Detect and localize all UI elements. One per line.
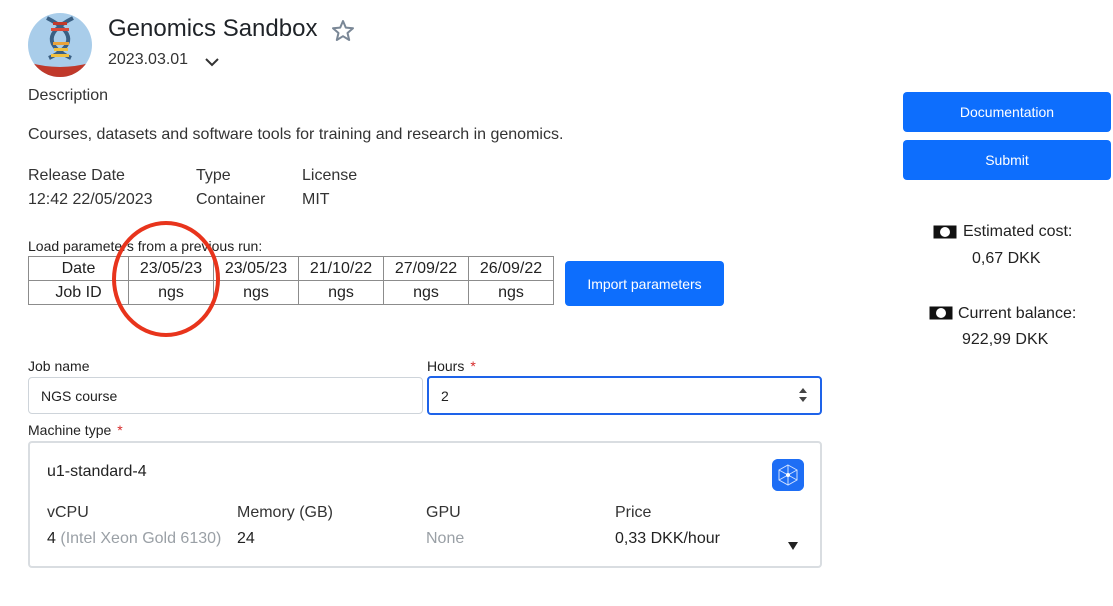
money-icon xyxy=(929,306,953,320)
machine-type-label: Machine type * xyxy=(28,422,123,438)
vcpu-count: 4 xyxy=(47,530,56,547)
job-name-label: Job name xyxy=(28,358,90,374)
previous-runs-label: Load parameters from a previous run: xyxy=(28,238,263,254)
required-mark: * xyxy=(117,422,123,438)
vcpu-label: vCPU xyxy=(47,504,89,521)
estimated-cost-value: 0,67 DKK xyxy=(972,250,1041,267)
gpu-label: GPU xyxy=(426,504,461,521)
money-icon xyxy=(933,225,957,239)
job-name-value: NGS course xyxy=(41,387,118,404)
hours-value: 2 xyxy=(441,387,449,404)
run-date-cell[interactable]: 23/05/23 xyxy=(128,256,214,281)
vcpu-value: 4 (Intel Xeon Gold 6130) xyxy=(47,530,221,548)
run-jobid-cell[interactable]: ngs xyxy=(468,280,554,305)
app-logo xyxy=(28,13,92,77)
dropdown-arrow-icon[interactable] xyxy=(787,541,799,551)
import-parameters-button[interactable]: Import parameters xyxy=(565,261,724,306)
hours-input[interactable]: 2 xyxy=(427,376,822,415)
license-value: MIT xyxy=(302,191,330,208)
memory-value: 24 xyxy=(237,530,255,547)
type-value: Container xyxy=(196,191,266,208)
previous-runs-table: Date 23/05/23 23/05/23 21/10/22 27/09/22… xyxy=(28,256,554,305)
run-date-cell[interactable]: 27/09/22 xyxy=(383,256,469,281)
date-header: Date xyxy=(28,256,129,281)
job-name-input[interactable]: NGS course xyxy=(28,377,423,414)
table-row: Date 23/05/23 23/05/23 21/10/22 27/09/22… xyxy=(28,256,554,281)
spinner-icon[interactable] xyxy=(798,386,808,404)
hours-label: Hours * xyxy=(427,358,476,374)
price-label: Price xyxy=(615,504,652,521)
machine-name: u1-standard-4 xyxy=(47,463,147,480)
license-label: License xyxy=(302,167,358,184)
run-jobid-cell[interactable]: ngs xyxy=(383,280,469,305)
machine-type-select[interactable]: u1-standard-4 vCPU 4 (Intel Xeon Gold 61… xyxy=(28,441,822,568)
run-date-cell[interactable]: 21/10/22 xyxy=(298,256,384,281)
gpu-value: None xyxy=(426,530,465,547)
documentation-button[interactable]: Documentation xyxy=(903,92,1111,132)
star-icon[interactable] xyxy=(331,19,355,43)
price-value: 0,33 DKK/hour xyxy=(615,530,720,547)
current-balance-label: Current balance: xyxy=(958,305,1077,322)
run-jobid-cell[interactable]: ngs xyxy=(298,280,384,305)
machine-type-label-text: Machine type xyxy=(28,422,112,438)
release-date-label: Release Date xyxy=(28,167,125,184)
run-jobid-cell[interactable]: ngs xyxy=(128,280,214,305)
type-label: Type xyxy=(196,167,231,184)
network-icon xyxy=(772,459,804,491)
release-date-value: 12:42 22/05/2023 xyxy=(28,191,153,208)
run-date-cell[interactable]: 26/09/22 xyxy=(468,256,554,281)
chevron-down-icon[interactable] xyxy=(204,56,220,68)
submit-button[interactable]: Submit xyxy=(903,140,1111,180)
memory-label: Memory (GB) xyxy=(237,504,333,521)
vcpu-detail: (Intel Xeon Gold 6130) xyxy=(60,530,222,547)
required-mark: * xyxy=(470,358,476,374)
version-selector[interactable]: 2023.03.01 xyxy=(108,51,188,69)
hours-label-text: Hours xyxy=(427,358,465,374)
description-heading: Description xyxy=(28,87,109,104)
description-text: Courses, datasets and software tools for… xyxy=(28,126,564,143)
run-date-cell[interactable]: 23/05/23 xyxy=(213,256,299,281)
run-jobid-cell[interactable]: ngs xyxy=(213,280,299,305)
jobid-header: Job ID xyxy=(28,280,129,305)
app-title: Genomics Sandbox xyxy=(108,15,318,42)
estimated-cost-label: Estimated cost: xyxy=(963,223,1073,240)
table-row: Job ID ngs ngs ngs ngs ngs xyxy=(28,280,554,305)
current-balance-value: 922,99 DKK xyxy=(962,331,1049,348)
